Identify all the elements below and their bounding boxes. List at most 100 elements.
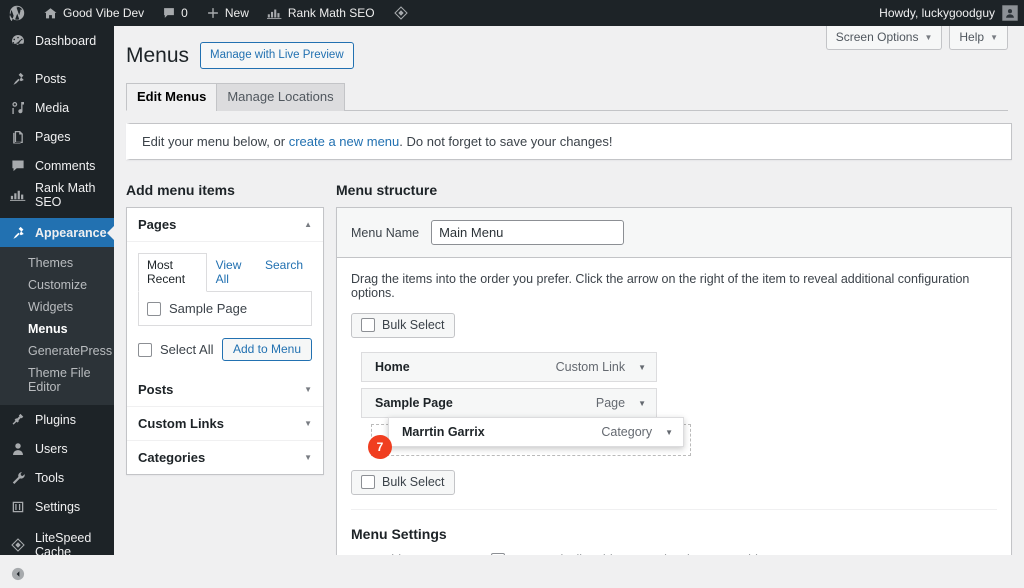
sidebar-item-appearance[interactable]: Appearance: [0, 218, 115, 247]
help-button[interactable]: Help ▼: [949, 26, 1008, 50]
sidebar-item-pages[interactable]: Pages: [0, 122, 114, 151]
menu-name-input[interactable]: [431, 220, 625, 246]
submenu-item-customize[interactable]: Customize: [0, 274, 114, 296]
new-content-menu[interactable]: New: [197, 0, 258, 26]
menu-settings-heading: Menu Settings: [351, 526, 447, 543]
sidebar-item-users[interactable]: Users: [0, 434, 114, 463]
menu-item-meta: Custom Link ▼: [556, 360, 646, 374]
sidebar-item-label: Tools: [35, 470, 65, 485]
chevron-up-icon: ▲: [304, 220, 312, 230]
sidebar-item-label: Dashboard: [35, 33, 97, 48]
bulk-select-top-button[interactable]: Bulk Select: [351, 313, 455, 339]
wordpress-logo-menu[interactable]: [0, 0, 34, 26]
accordion-header-pages[interactable]: Pages ▲: [127, 208, 323, 243]
litespeed-icon: [9, 537, 27, 553]
sidebar-item-label: Appearance: [35, 225, 107, 240]
litespeed-adminbar-menu[interactable]: [384, 0, 418, 26]
menu-item-type: Custom Link: [555, 360, 626, 375]
sidebar-item-plugins[interactable]: Plugins: [0, 405, 114, 434]
submenu-item-menus[interactable]: Menus: [0, 318, 114, 340]
chevron-down-icon[interactable]: ▼: [638, 363, 646, 372]
home-icon: [43, 6, 58, 21]
comments-count: 0: [181, 6, 188, 20]
submenu-item-themes[interactable]: Themes: [0, 252, 114, 274]
collapse-icon: [9, 566, 27, 582]
select-all-row[interactable]: Select All: [138, 342, 213, 357]
accordion-header-custom-links[interactable]: Custom Links ▼: [127, 407, 323, 442]
sidebar-item-label: Pages: [35, 129, 71, 144]
manage-with-live-preview-button[interactable]: Manage with Live Preview: [200, 42, 354, 70]
avatar: [1002, 5, 1018, 21]
sidebar-item-label: Users: [35, 441, 68, 456]
sidebar-item-dashboard[interactable]: Dashboard: [0, 26, 114, 55]
rank-math-menu[interactable]: Rank Math SEO: [258, 0, 384, 26]
submenu-item-theme-file-editor[interactable]: Theme File Editor: [0, 362, 114, 398]
menu-notice: Edit your menu below, or create a new me…: [126, 123, 1012, 161]
menu-item-sample-page[interactable]: Sample Page Page ▼: [361, 388, 657, 419]
drag-area: Marrtin Garrix Category ▼ 7: [361, 417, 997, 462]
tab-search[interactable]: Search: [256, 253, 312, 292]
menu-item-home[interactable]: Home Custom Link ▼: [361, 352, 657, 383]
plugins-icon: [9, 412, 27, 428]
sidebar-item-label: Plugins: [35, 412, 76, 427]
media-icon: [9, 100, 27, 116]
bulk-select-bottom-button[interactable]: Bulk Select: [351, 470, 455, 496]
appearance-brush-icon: [9, 225, 27, 241]
list-item[interactable]: Sample Page: [147, 301, 303, 316]
menu-name-row: Menu Name: [337, 208, 1011, 259]
submenu-item-widgets[interactable]: Widgets: [0, 296, 114, 318]
screen-options-button[interactable]: Screen Options ▼: [825, 26, 943, 50]
accordion-header-categories[interactable]: Categories ▼: [127, 441, 323, 475]
tools-wrench-icon: [9, 470, 27, 486]
accordion-header-posts[interactable]: Posts ▼: [127, 373, 323, 408]
tab-manage-locations[interactable]: Manage Locations: [216, 83, 345, 112]
help-label: Help: [959, 30, 985, 44]
add-to-menu-button[interactable]: Add to Menu: [221, 338, 312, 362]
comments-bubble[interactable]: 0: [153, 0, 197, 26]
menu-item-meta: Category ▼: [601, 425, 673, 439]
chevron-down-icon[interactable]: ▼: [638, 399, 646, 408]
sidebar-item-media[interactable]: Media: [0, 93, 114, 122]
tab-view-all[interactable]: View All: [207, 253, 256, 292]
menu-item-type: Category: [601, 425, 653, 440]
menu-item-type: Page: [595, 396, 626, 411]
screen-meta-links: Screen Options ▼ Help ▼: [825, 26, 1008, 50]
menu-items-list: Home Custom Link ▼ Sample Page Page ▼ Ma…: [361, 352, 997, 462]
sidebar-item-posts[interactable]: Posts: [0, 64, 114, 93]
main-content: Screen Options ▼ Help ▼ Menus Manage wit…: [114, 26, 1024, 555]
rank-math-label: Rank Math SEO: [287, 6, 375, 20]
sidebar-item-collapse-menu[interactable]: Collapse menu: [0, 559, 114, 588]
tab-edit-menus[interactable]: Edit Menus: [126, 83, 218, 112]
menu-editor-columns: Add menu items Pages ▲ Most Recent View …: [126, 182, 1012, 555]
sidebar-item-label: Collapse menu: [35, 559, 84, 588]
site-name-menu[interactable]: Good Vibe Dev: [34, 0, 153, 26]
account-menu[interactable]: Howdy, luckygoodguy: [879, 5, 1024, 21]
bulk-select-bottom-checkbox[interactable]: [361, 475, 375, 490]
submenu-item-generatepress[interactable]: GeneratePress: [0, 340, 114, 362]
sidebar-item-label: Comments: [35, 158, 96, 173]
bulk-select-label: Bulk Select: [382, 475, 445, 490]
sidebar-item-rank-math-seo[interactable]: Rank Math SEO: [0, 180, 114, 209]
sidebar-item-label: LiteSpeed Cache: [35, 530, 92, 559]
sample-page-checkbox[interactable]: [147, 301, 161, 316]
menu-structure-box: Menu Name Drag the items into the order …: [336, 207, 1012, 555]
tab-most-recent[interactable]: Most Recent: [138, 253, 207, 293]
admin-sidebar: Dashboard Posts Media Pages Comments Ran…: [0, 26, 115, 588]
chevron-down-icon: ▼: [990, 32, 998, 42]
appearance-submenu: Themes Customize Widgets Menus GenerateP…: [0, 247, 114, 405]
bulk-select-top-checkbox[interactable]: [361, 318, 375, 333]
menu-structure-heading: Menu structure: [336, 182, 438, 199]
drag-hint-text: Drag the items into the order you prefer…: [351, 272, 970, 301]
accordion-title: Pages: [138, 217, 177, 233]
sidebar-item-settings[interactable]: Settings: [0, 492, 114, 521]
wordpress-icon: [9, 5, 25, 21]
select-all-checkbox[interactable]: [138, 342, 152, 357]
rank-math-icon: [266, 7, 283, 20]
create-a-new-menu-link[interactable]: create a new menu: [289, 134, 400, 149]
chevron-down-icon[interactable]: ▼: [665, 428, 673, 437]
posts-pin-icon: [9, 71, 27, 87]
menu-item-marrtin-garrix[interactable]: Marrtin Garrix Category ▼: [388, 417, 684, 448]
sidebar-item-comments[interactable]: Comments: [0, 151, 114, 180]
accordion-title: Posts: [138, 382, 174, 398]
sidebar-item-tools[interactable]: Tools: [0, 463, 114, 492]
